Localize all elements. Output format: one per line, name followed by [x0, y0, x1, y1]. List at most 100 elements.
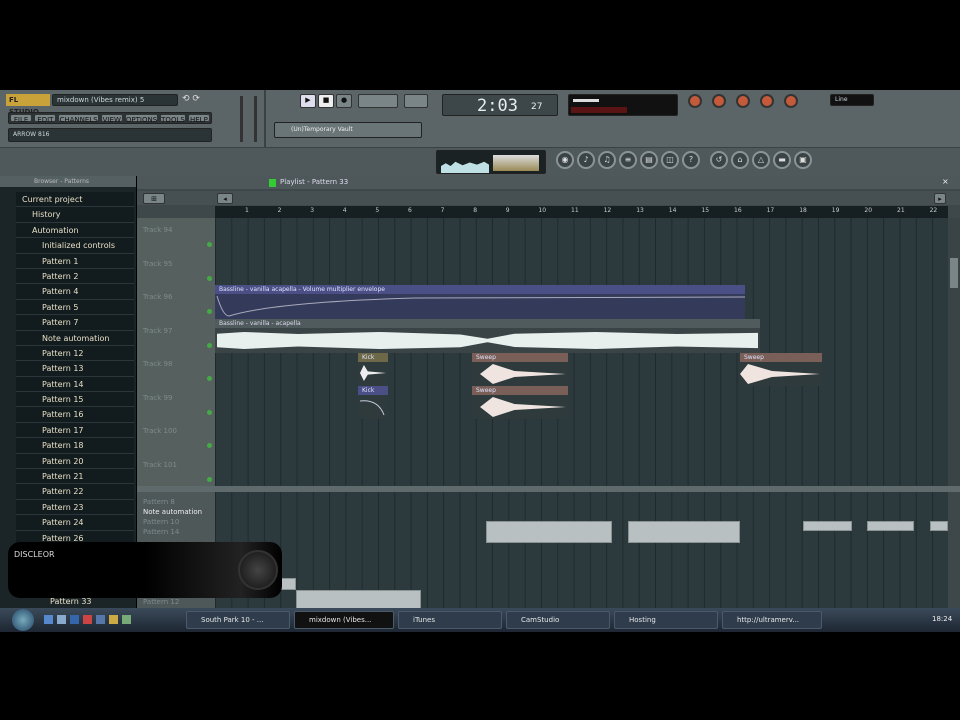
app-icon[interactable] — [109, 615, 118, 624]
vertical-scrollbar[interactable] — [948, 218, 960, 486]
track-label[interactable]: Track 94 — [137, 226, 172, 234]
menu-edit[interactable]: EDIT — [34, 114, 57, 124]
master-volume-slider[interactable] — [240, 96, 243, 142]
plugin-icon[interactable]: ◫ — [661, 151, 679, 169]
tool-icon[interactable]: ▬ — [773, 151, 791, 169]
track-enable-icon[interactable] — [207, 409, 212, 415]
browser-item[interactable]: Pattern 1 — [16, 254, 134, 269]
browser-item[interactable]: Pattern 13 — [16, 361, 134, 377]
browser-item[interactable]: Pattern 23 — [16, 500, 134, 516]
scroll-left-button[interactable]: ◂ — [217, 193, 233, 204]
taskbar-item-active[interactable]: mixdown (Vibes... — [294, 611, 394, 629]
knob-icon[interactable] — [736, 94, 750, 108]
app-icon[interactable] — [44, 615, 53, 624]
knob-icon[interactable] — [712, 94, 726, 108]
pattern-block[interactable] — [296, 590, 421, 610]
pattern-block[interactable] — [628, 521, 740, 543]
track-enable-icon[interactable] — [207, 342, 212, 348]
track-label[interactable]: Track 95 — [137, 260, 172, 268]
pattern-block[interactable] — [280, 578, 296, 590]
browser-item[interactable]: Pattern 15 — [16, 392, 134, 408]
browser-item[interactable]: Pattern 24 — [16, 515, 134, 531]
knob-icon[interactable] — [784, 94, 798, 108]
menu-file[interactable]: FILE — [10, 114, 33, 124]
track-enable-icon[interactable] — [207, 275, 212, 281]
scroll-right-button[interactable]: ▸ — [934, 193, 946, 204]
close-icon[interactable]: × — [942, 177, 949, 186]
pattern-block[interactable] — [867, 521, 914, 531]
track-enable-icon[interactable] — [207, 476, 212, 482]
sweep-clip-3[interactable]: Sweep — [740, 353, 822, 386]
browser-item[interactable]: Automation — [16, 223, 134, 239]
menu-tools[interactable]: TOOLS — [160, 114, 186, 124]
piano-roll-icon[interactable]: ♪ — [577, 151, 595, 169]
browser-item[interactable]: Pattern 7 — [16, 315, 134, 331]
automation-clip[interactable]: Bassline - vanilla acapella - Volume mul… — [215, 285, 745, 319]
pattern-block[interactable] — [486, 521, 612, 543]
track-label[interactable]: Track 101 — [137, 461, 177, 469]
record-button[interactable]: ● — [336, 94, 352, 108]
knob-icon[interactable] — [688, 94, 702, 108]
undo-redo-icon[interactable]: ⟲ ⟳ — [182, 94, 212, 106]
pattern-label[interactable]: Pattern 14 — [137, 528, 179, 536]
browser-item[interactable]: Pattern 12 — [16, 346, 134, 362]
pattern-label[interactable]: Pattern 10 — [137, 518, 179, 526]
pattern-block[interactable] — [803, 521, 852, 531]
track-enable-icon[interactable] — [207, 242, 212, 247]
tool-icon[interactable]: ▣ — [794, 151, 812, 169]
pattern-block[interactable] — [930, 521, 948, 531]
taskbar-item[interactable]: Hosting — [614, 611, 718, 629]
pattern-song-toggle[interactable] — [358, 94, 398, 108]
tempo-button[interactable] — [404, 94, 428, 108]
browser-item[interactable]: History — [16, 207, 134, 223]
pattern-label[interactable]: Pattern 8 — [137, 498, 175, 506]
pattern-grid[interactable] — [215, 492, 948, 610]
app-icon[interactable] — [57, 615, 66, 624]
timeline-ruler[interactable]: 1 2 3 4 5 6 7 8 9 10 11 12 13 14 15 16 17 18 19 20 21 22 — [215, 206, 948, 218]
track-label[interactable]: Track 97 — [137, 327, 172, 335]
taskbar-item[interactable]: CamStudio — [506, 611, 610, 629]
browser-item[interactable]: Pattern 14 — [16, 377, 134, 393]
pattern-label[interactable]: Pattern 12 — [137, 598, 179, 606]
menu-options[interactable]: OPTIONS — [124, 114, 159, 124]
menu-channels[interactable]: CHANNELS — [58, 114, 99, 124]
browser-item[interactable]: Pattern 22 — [16, 484, 134, 500]
track-grid[interactable]: Bassline - vanilla acapella - Volume mul… — [215, 218, 948, 486]
track-enable-icon[interactable] — [207, 376, 212, 381]
stop-button[interactable]: ■ — [318, 94, 334, 108]
sweep-clip[interactable]: Sweep — [472, 353, 568, 386]
play-button[interactable]: ▶ — [300, 94, 316, 108]
tool-button[interactable]: ⊞ — [143, 193, 165, 204]
step-seq-icon[interactable]: ♫ — [598, 151, 616, 169]
browser-item[interactable]: Pattern 16 — [16, 407, 134, 423]
sweep-clip-2[interactable]: Sweep — [472, 386, 568, 419]
browser-item[interactable]: Pattern 4 — [16, 284, 134, 300]
pattern-label[interactable]: Note automation — [137, 508, 202, 516]
browser-item[interactable]: Initialized controls — [16, 238, 134, 254]
browser-icon[interactable]: ▤ — [640, 151, 658, 169]
tool-icon[interactable]: ⌂ — [731, 151, 749, 169]
taskbar-item[interactable]: http://ultramerv... — [722, 611, 822, 629]
browser-item[interactable]: Pattern 17 — [16, 423, 134, 439]
browser-item[interactable]: Note automation — [16, 331, 134, 346]
kick-clip[interactable]: Kick — [358, 353, 388, 386]
browser-item[interactable]: Pattern 2 — [16, 269, 134, 285]
menu-view[interactable]: VIEW — [100, 114, 123, 124]
browser-item[interactable]: Pattern 5 — [16, 300, 134, 316]
mixer-icon[interactable]: ≡ — [619, 151, 637, 169]
menu-help[interactable]: HELP — [187, 114, 211, 124]
track-label[interactable]: Track 96 — [137, 293, 172, 301]
track-enable-icon[interactable] — [207, 309, 212, 314]
master-pitch-slider[interactable] — [254, 96, 257, 142]
playlist-icon[interactable]: ◉ — [556, 151, 574, 169]
tool-icon[interactable]: ↺ — [710, 151, 728, 169]
browser-item[interactable]: Pattern 20 — [16, 454, 134, 470]
preset-field[interactable]: (Un)Temporary Vault — [274, 122, 422, 138]
start-button[interactable] — [12, 609, 34, 631]
taskbar-item[interactable]: iTunes — [398, 611, 502, 629]
track-label[interactable]: Track 99 — [137, 394, 172, 402]
audio-clip[interactable]: Bassline - vanilla - acapella — [215, 319, 760, 353]
track-enable-icon[interactable] — [207, 443, 212, 448]
app-icon[interactable] — [96, 615, 105, 624]
knob-icon[interactable] — [760, 94, 774, 108]
